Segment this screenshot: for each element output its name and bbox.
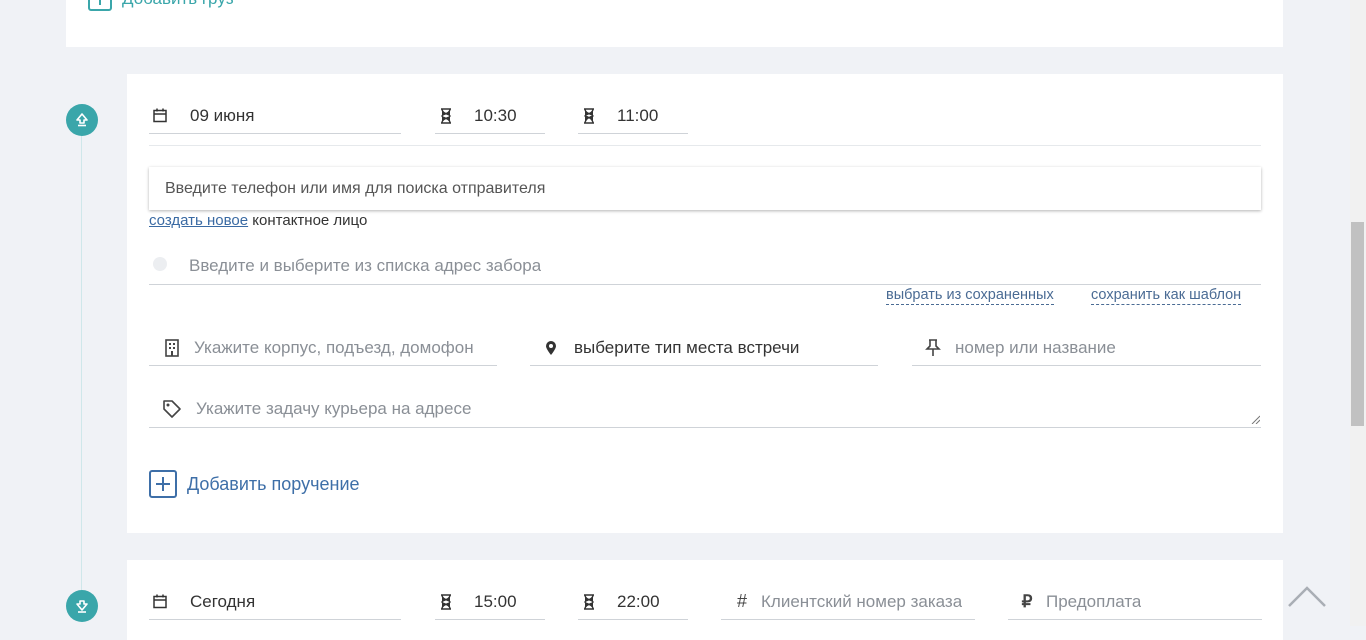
contact-suffix-text: контактное лицо [248, 212, 368, 229]
pickup-time-from-value: 10:30 [474, 105, 517, 125]
sender-search-input[interactable]: Введите телефон или имя для поиска отпра… [149, 167, 1261, 210]
building-placeholder: Укажите корпус, подъезд, домофон [194, 337, 474, 357]
place-name-input[interactable]: номер или название [912, 330, 1261, 366]
tag-icon [161, 398, 183, 420]
download-arrow-icon [66, 590, 98, 622]
building-icon [161, 337, 183, 359]
section-divider [149, 145, 1261, 146]
hourglass-icon [435, 591, 457, 613]
sender-search-placeholder: Введите телефон или имя для поиска отпра… [165, 179, 546, 197]
hourglass-icon [578, 105, 600, 127]
add-task-label: Добавить поручение [187, 473, 360, 494]
pickup-date-value: 09 июня [190, 105, 255, 125]
add-cargo-button[interactable]: Добавить груз [88, 0, 234, 11]
pickup-time-to-field[interactable]: 11:00 [578, 98, 688, 134]
meeting-type-value: выберите тип места встречи [574, 337, 800, 357]
prepayment-placeholder: Предоплата [1046, 591, 1142, 611]
courier-task-placeholder: Укажите задачу курьера на адресе [196, 398, 472, 418]
delivery-date-field[interactable]: Сегодня [149, 584, 401, 620]
pickup-address-input[interactable]: Введите и выберите из списка адрес забор… [149, 248, 1261, 285]
client-order-placeholder: Клиентский номер заказа [761, 591, 963, 611]
delivery-date-value: Сегодня [190, 591, 256, 611]
hourglass-icon [578, 591, 600, 613]
hourglass-icon [435, 105, 457, 127]
chevron-up-icon[interactable] [1287, 584, 1327, 610]
delivery-time-from-field[interactable]: 15:00 [435, 584, 545, 620]
cargo-card [66, 0, 1283, 47]
resize-handle-icon[interactable] [1251, 415, 1260, 424]
choose-saved-link[interactable]: выбрать из сохраненных [886, 287, 1054, 305]
add-cargo-label: Добавить груз [122, 0, 234, 9]
delivery-time-to-value: 22:00 [617, 591, 660, 611]
hash-icon: # [736, 591, 747, 611]
delivery-time-to-field[interactable]: 22:00 [578, 584, 688, 620]
contact-line: создать новое контактное лицо [149, 212, 367, 229]
building-input[interactable]: Укажите корпус, подъезд, домофон [149, 330, 497, 366]
map-pin-icon [540, 337, 562, 359]
pickup-date-field[interactable]: 09 июня [149, 98, 401, 134]
plus-box-icon [88, 0, 112, 11]
save-template-link[interactable]: сохранить как шаблон [1091, 287, 1242, 305]
ruble-icon: ₽ [1021, 591, 1033, 611]
pickup-time-to-value: 11:00 [617, 105, 659, 125]
upload-arrow-icon [66, 104, 98, 136]
timeline-line [81, 135, 82, 595]
pickup-address-placeholder: Введите и выберите из списка адрес забор… [189, 256, 542, 275]
map-pin-icon [149, 255, 171, 277]
place-name-placeholder: номер или название [955, 337, 1116, 357]
add-task-button[interactable]: Добавить поручение [149, 470, 360, 498]
scrollbar-thumb[interactable] [1351, 222, 1364, 426]
delivery-time-from-value: 15:00 [474, 591, 517, 611]
pickup-time-from-field[interactable]: 10:30 [435, 98, 545, 134]
create-new-contact-link[interactable]: создать новое [149, 212, 248, 229]
prepayment-input[interactable]: ₽ Предоплата [1008, 584, 1262, 620]
plus-box-icon [149, 470, 177, 498]
calendar-icon [149, 105, 171, 127]
courier-task-textarea[interactable]: Укажите задачу курьера на адресе [149, 390, 1261, 428]
client-order-number-input[interactable]: # Клиентский номер заказа [721, 584, 975, 620]
pushpin-icon [922, 337, 944, 359]
calendar-icon [149, 591, 171, 613]
meeting-type-select[interactable]: выберите тип места встречи [530, 330, 878, 366]
